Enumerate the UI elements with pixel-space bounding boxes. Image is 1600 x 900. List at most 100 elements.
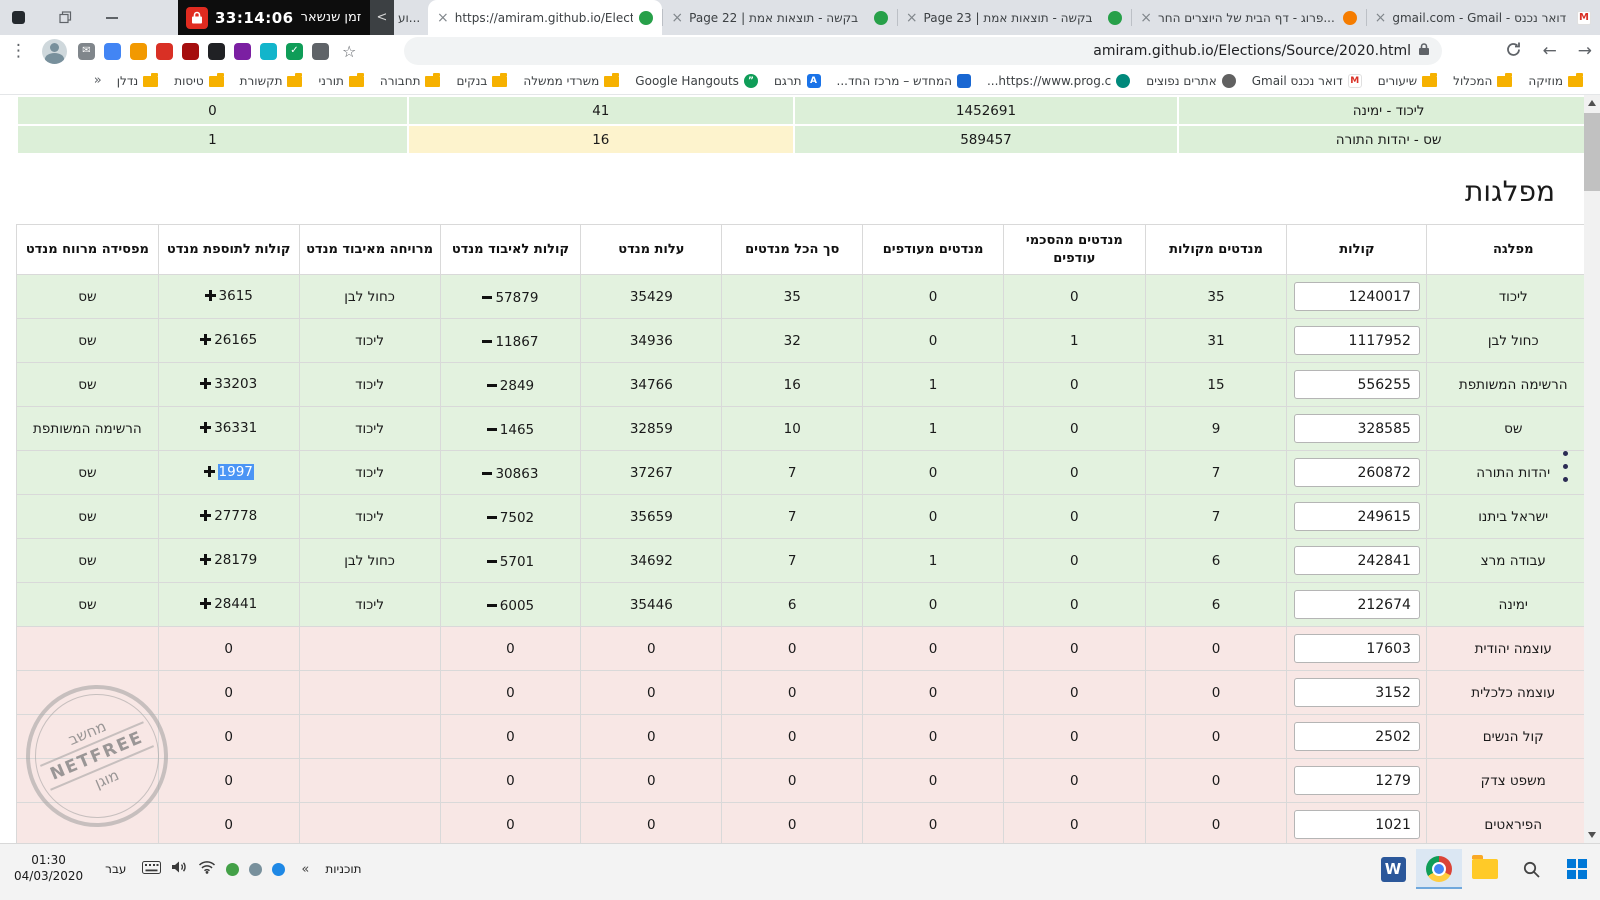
dots-indicator: [1563, 451, 1568, 482]
bookmark-item[interactable]: https://www.prog.c...: [980, 72, 1137, 90]
minus-value: 6005: [486, 598, 534, 614]
browser-tab[interactable]: × פרוג - דף הבית של היוצרים החר...: [1131, 0, 1365, 35]
close-tab-icon[interactable]: ×: [437, 11, 449, 25]
vertical-scrollbar[interactable]: [1584, 95, 1600, 843]
bookmark-item[interactable]: אתרים נפוצים: [1139, 72, 1242, 90]
window-app-icon[interactable]: [12, 11, 25, 24]
file-explorer-taskbar-button[interactable]: [1462, 849, 1508, 889]
plus-value: 1997: [203, 463, 254, 480]
restore-window-icon[interactable]: [59, 11, 72, 24]
browser-tab[interactable]: וע...: [394, 0, 428, 35]
bookmark-item[interactable]: נדלן: [110, 72, 165, 90]
votes-input[interactable]: [1293, 722, 1420, 751]
browser-tab[interactable]: × Page 22 | בקשה - תוצאות אמת: [662, 0, 896, 35]
votes-input[interactable]: [1293, 634, 1420, 663]
bookmark-item[interactable]: משרדי ממשלה: [516, 72, 626, 90]
total-seats-cell: 7: [721, 450, 864, 495]
browser-tab[interactable]: × gmail.com - Gmail - דואר נכנס M: [1365, 0, 1600, 35]
orange-extension-icon[interactable]: [130, 42, 147, 60]
bookmarks-overflow-chevron[interactable]: «: [88, 73, 108, 88]
https-lock-icon[interactable]: [1418, 42, 1430, 60]
column-header: מנדטים מקולות: [1144, 224, 1288, 275]
gains-party-cell: כחול לבן: [298, 274, 441, 319]
back-icon[interactable]: →: [1578, 42, 1592, 60]
bookmark-item[interactable]: M דואר נכנס Gmail: [1245, 72, 1369, 90]
tab-list: וע... × https://amiram.github.io/Elect × Pag…: [394, 0, 1600, 35]
teal-extension-icon[interactable]: [260, 42, 277, 60]
browser-tab[interactable]: × Page 23 | בקשה - תוצאות אמת: [896, 0, 1131, 35]
word-taskbar-button[interactable]: W: [1370, 849, 1416, 889]
volume-icon[interactable]: [171, 860, 188, 878]
close-tab-icon[interactable]: ×: [1375, 11, 1387, 25]
lose-value: 2849: [499, 377, 535, 394]
votes-input[interactable]: [1293, 282, 1420, 311]
language-indicator[interactable]: עבר: [99, 862, 132, 876]
close-tab-icon[interactable]: ×: [1140, 11, 1152, 25]
profile-avatar[interactable]: [42, 38, 67, 64]
bookmark-item[interactable]: מוזיקה: [1521, 72, 1590, 90]
bookmark-item[interactable]: טיסות: [167, 72, 230, 90]
bookmark-item[interactable]: שיעורים: [1371, 72, 1444, 90]
reload-icon[interactable]: [1505, 41, 1522, 62]
close-tab-icon[interactable]: ×: [906, 11, 918, 25]
blue-extension-icon[interactable]: [104, 42, 121, 60]
teamviewer-tray-icon[interactable]: [272, 862, 286, 876]
scroll-down-icon[interactable]: [1584, 827, 1600, 843]
bookmark-item[interactable]: A תרגם: [767, 72, 828, 90]
mail-extension-icon[interactable]: ✉: [78, 42, 95, 60]
bookmark-item[interactable]: תחבורה: [373, 72, 448, 90]
wifi-icon[interactable]: [198, 860, 216, 878]
bookmark-item[interactable]: המחדש – מרכז החד...: [830, 72, 978, 90]
forward-icon[interactable]: ←: [1543, 42, 1557, 60]
votes-input[interactable]: [1293, 458, 1420, 487]
minimize-window-icon[interactable]: [106, 16, 118, 19]
chrome-taskbar-button[interactable]: [1416, 849, 1462, 889]
red-extension-icon[interactable]: [156, 42, 173, 60]
taskbar-toolbar-label[interactable]: תוכניות: [325, 862, 361, 876]
close-tab-icon[interactable]: ×: [671, 11, 683, 25]
votes-input[interactable]: [1293, 766, 1420, 795]
darkred-extension-icon[interactable]: [182, 42, 199, 60]
browser-tab[interactable]: × https://amiram.github.io/Elect: [428, 0, 663, 35]
url-text[interactable]: amiram.github.io/Elections/Source/2020.h…: [1093, 43, 1411, 59]
bookmark-item[interactable]: ” Google Hangouts: [628, 72, 765, 90]
scroll-up-icon[interactable]: [1584, 95, 1600, 111]
purple-extension-icon[interactable]: [234, 42, 251, 60]
scrollbar-thumb[interactable]: [1584, 113, 1600, 191]
tray-app-icon[interactable]: [249, 862, 263, 876]
start-button[interactable]: [1554, 849, 1600, 889]
netfree-tray-icon[interactable]: [226, 862, 240, 876]
tray-overflow-chevron[interactable]: «: [295, 862, 315, 877]
taskbar: 01:30 04/03/2020 עבר « תוכניות W: [0, 843, 1600, 900]
timer-collapse-button[interactable]: <: [370, 0, 394, 35]
votes-input[interactable]: [1293, 414, 1420, 443]
green-check-extension-icon[interactable]: ✓: [286, 42, 303, 60]
taskbar-clock[interactable]: 01:30 04/03/2020: [8, 853, 89, 884]
touch-keyboard-icon[interactable]: [142, 860, 162, 878]
votes-input[interactable]: [1293, 502, 1420, 531]
minus-value: 11867: [482, 334, 538, 350]
address-bar[interactable]: amiram.github.io/Elections/Source/2020.h…: [404, 37, 1442, 65]
votes-input[interactable]: [1293, 810, 1420, 839]
bookmark-item[interactable]: בנקים: [449, 72, 514, 90]
bookmark-item[interactable]: תקשורת: [233, 72, 310, 90]
votes-input[interactable]: [1293, 546, 1420, 575]
seats-from-votes-cell: 0: [1144, 626, 1288, 671]
table-row: עבודה מרצ 601734692 5701 כחול לבן 28179 שס: [16, 538, 1600, 583]
votes-cell: [1286, 318, 1428, 363]
gains-party-cell: ליכוד: [298, 362, 441, 407]
votes-input[interactable]: [1293, 678, 1420, 707]
total-seats-cell: 6: [721, 582, 864, 627]
gray-extension-icon[interactable]: [312, 42, 329, 60]
bookmark-item[interactable]: תורני: [311, 72, 370, 90]
votes-input[interactable]: [1293, 590, 1420, 619]
minus-value: 1465: [486, 422, 534, 438]
votes-input[interactable]: [1293, 326, 1420, 355]
search-taskbar-button[interactable]: [1508, 849, 1554, 889]
browser-toolbar: ⋮ ✉ ✓ ☆ amiram.github.io/Elections/Source…: [0, 35, 1600, 67]
bookmark-item[interactable]: המכלול: [1446, 72, 1519, 90]
browser-menu-icon[interactable]: ⋮: [6, 41, 31, 61]
votes-input[interactable]: [1293, 370, 1420, 399]
black-extension-icon[interactable]: [208, 42, 225, 60]
bookmark-star-icon[interactable]: ☆: [340, 42, 358, 61]
